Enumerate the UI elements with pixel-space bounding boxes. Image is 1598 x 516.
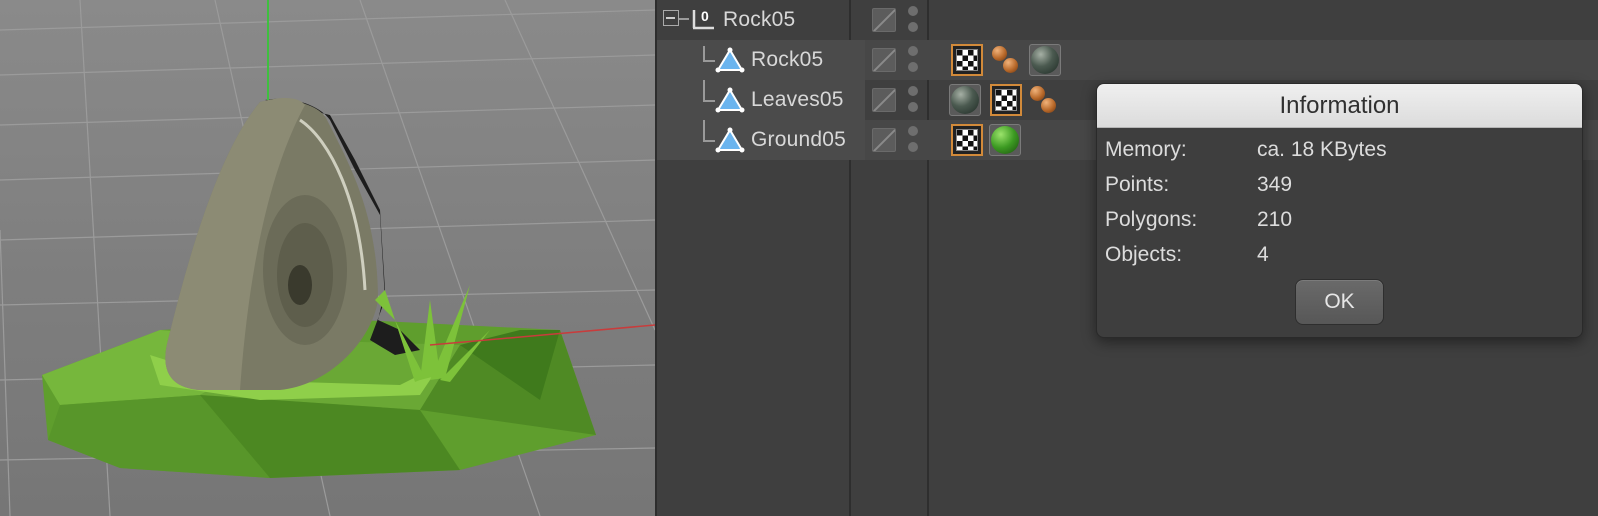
- tree-line: [679, 18, 689, 20]
- visibility-toggle-icon[interactable]: [872, 128, 896, 152]
- editor-render-dots-icon[interactable]: [908, 126, 918, 154]
- collapse-toggle-icon[interactable]: [663, 10, 679, 26]
- rock-mesh: [165, 98, 420, 390]
- editor-render-dots-icon[interactable]: [908, 6, 918, 34]
- visibility-toggle-icon[interactable]: [872, 48, 896, 72]
- object-row-rock05[interactable]: Rock05: [657, 40, 1598, 80]
- info-value: ca. 18 KBytes: [1257, 138, 1387, 161]
- dialog-title: Information: [1097, 84, 1582, 128]
- rock-material-tag-icon[interactable]: [1029, 44, 1061, 76]
- material-dots-tag-icon[interactable]: [1027, 84, 1059, 116]
- texture-tag-icon[interactable]: [951, 44, 983, 76]
- visibility-toggle-icon[interactable]: [872, 8, 896, 32]
- information-dialog: Information Memory: ca. 18 KBytes Points…: [1096, 83, 1583, 338]
- ok-button[interactable]: OK: [1295, 279, 1384, 325]
- texture-tag-icon[interactable]: [990, 84, 1022, 116]
- tree-line: [703, 120, 705, 140]
- object-row-rock05-null[interactable]: 0 Rock05: [657, 0, 1598, 40]
- null-icon: 0: [692, 8, 714, 30]
- green-material-tag-icon[interactable]: [989, 124, 1021, 156]
- tree-line: [703, 60, 715, 62]
- polygon-icon: [715, 87, 745, 113]
- tree-line: [703, 140, 715, 142]
- info-label: Memory:: [1105, 138, 1187, 161]
- object-name-label: Rock05: [751, 48, 824, 71]
- tree-line: [703, 100, 715, 102]
- visibility-toggle-icon[interactable]: [872, 88, 896, 112]
- editor-render-dots-icon[interactable]: [908, 86, 918, 114]
- info-label: Polygons:: [1105, 208, 1198, 231]
- info-label: Objects:: [1105, 243, 1183, 266]
- editor-render-dots-icon[interactable]: [908, 46, 918, 74]
- info-value: 4: [1257, 243, 1269, 266]
- info-value: 210: [1257, 208, 1293, 231]
- polygon-icon: [715, 47, 745, 73]
- 3d-viewport[interactable]: [0, 0, 655, 516]
- object-name-label: Ground05: [751, 128, 847, 151]
- tree-line: [703, 80, 705, 100]
- viewport-scene: [0, 0, 655, 516]
- polygon-icon: [715, 127, 745, 153]
- object-name-label: Leaves05: [751, 88, 844, 111]
- info-label: Points:: [1105, 173, 1170, 196]
- tree-line: [703, 46, 705, 60]
- material-dots-tag-icon[interactable]: [989, 44, 1021, 76]
- info-value: 349: [1257, 173, 1293, 196]
- texture-tag-icon[interactable]: [951, 124, 983, 156]
- object-name-label: Rock05: [723, 8, 796, 31]
- svg-text:0: 0: [701, 8, 709, 24]
- rock-material-tag-icon[interactable]: [949, 84, 981, 116]
